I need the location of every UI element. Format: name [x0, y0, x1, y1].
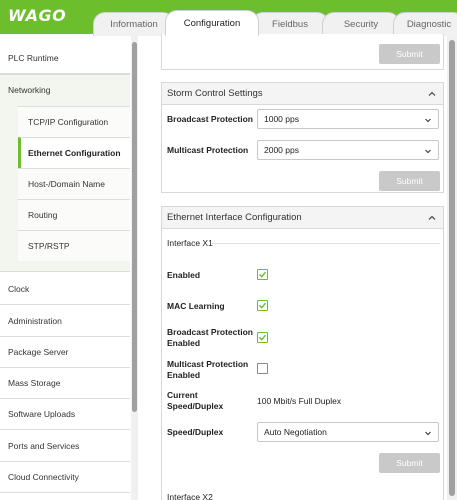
- sidebar-item-label: PLC Runtime: [8, 53, 59, 63]
- multicast-protection-enabled-label: Multicast Protection Enabled: [167, 359, 248, 381]
- sidebar-scrollbar-thumb[interactable]: [132, 42, 137, 412]
- sidebar-item-ethernet-configuration[interactable]: Ethernet Configuration: [18, 137, 130, 168]
- sidebar-item-label: Ports and Services: [8, 441, 80, 451]
- multicast-protection-label: Multicast Protection: [167, 145, 249, 155]
- sidebar-item-label: Software Uploads: [8, 409, 76, 419]
- panel-title: Ethernet Interface Configuration: [167, 212, 302, 223]
- chevron-up-icon[interactable]: [427, 89, 437, 99]
- mac-learning-label: MAC Learning: [167, 301, 225, 311]
- label-line: Multicast Protection: [167, 359, 249, 369]
- sidebar-item-label: Ethernet Configuration: [28, 148, 121, 158]
- sidebar-item-tcpip[interactable]: TCP/IP Configuration: [18, 106, 130, 137]
- sidebar-item-label: Host-/Domain Name: [28, 179, 105, 189]
- broadcast-protection-checkbox[interactable]: [257, 332, 268, 343]
- broadcast-protection-label: Broadcast Protection: [167, 114, 253, 124]
- sidebar-item-networking[interactable]: Networking: [8, 85, 51, 95]
- current-speed-duplex-value: 100 Mbit/s Full Duplex: [257, 396, 342, 406]
- sidebar-item-label: Routing: [28, 210, 58, 220]
- sidebar-item-plc-runtime[interactable]: PLC Runtime: [0, 43, 130, 74]
- tab-diagnostic[interactable]: Diagnostic: [393, 12, 457, 36]
- sidebar-item-host-domain[interactable]: Host-/Domain Name: [18, 168, 130, 199]
- chevron-down-icon: [425, 149, 431, 154]
- wago-logo: WAGO: [8, 6, 67, 25]
- tab-label: Configuration: [183, 18, 241, 29]
- multicast-protection-select[interactable]: 2000 pps: [257, 140, 439, 160]
- main-content: Submit Storm Control Settings Broadcast …: [138, 34, 457, 500]
- select-value: 2000 pps: [264, 145, 299, 155]
- tab-fieldbus[interactable]: Fieldbus: [251, 12, 329, 36]
- speed-duplex-select[interactable]: Auto Negotiation: [257, 422, 439, 442]
- chevron-down-icon: [425, 431, 431, 436]
- top-panel: Submit: [161, 34, 444, 70]
- tab-label: Diagnostic: [406, 19, 452, 30]
- interface-x1-heading: Interface X1: [167, 238, 213, 248]
- submit-button[interactable]: Submit: [379, 171, 440, 191]
- current-speed-duplex-label: Current Speed/Duplex: [167, 390, 223, 412]
- label-line: Current: [167, 390, 198, 400]
- interface-x2-heading: Interface X2: [167, 492, 213, 500]
- submit-button[interactable]: Submit: [379, 453, 440, 473]
- sidebar-item-label: STP/RSTP: [28, 241, 70, 251]
- broadcast-protection-select[interactable]: 1000 pps: [257, 109, 439, 129]
- sidebar-item-label: Package Server: [8, 347, 69, 357]
- tab-information[interactable]: Information: [93, 12, 175, 36]
- panel-header[interactable]: Storm Control Settings: [162, 83, 443, 105]
- mac-learning-checkbox[interactable]: [257, 300, 268, 311]
- sidebar-item-label: TCP/IP Configuration: [28, 117, 109, 127]
- select-value: Auto Negotiation: [264, 427, 327, 437]
- tab-security[interactable]: Security: [322, 12, 400, 36]
- checkmark-icon: [258, 302, 267, 309]
- sidebar-item-label: Cloud Connectivity: [8, 472, 79, 482]
- main-scrollbar-thumb[interactable]: [449, 40, 455, 496]
- panel-title: Storm Control Settings: [167, 88, 263, 99]
- sidebar-item-clock[interactable]: Clock: [0, 274, 130, 305]
- label-line: Speed/Duplex: [167, 401, 224, 411]
- storm-control-panel: Storm Control Settings Broadcast Protect…: [161, 82, 444, 193]
- sidebar-item-label: Clock: [8, 284, 30, 294]
- label-line: Enabled: [167, 370, 201, 380]
- chevron-down-icon: [425, 118, 431, 123]
- section-divider: [212, 243, 440, 244]
- sidebar-item-package-server[interactable]: Package Server: [0, 337, 130, 368]
- sidebar-group-networking: Networking TCP/IP Configuration Ethernet…: [0, 74, 130, 272]
- tab-label: Security: [343, 19, 379, 30]
- tab-label: Information: [110, 19, 158, 30]
- broadcast-protection-enabled-label: Broadcast Protection Enabled: [167, 327, 253, 349]
- sidebar-item-stp-rstp[interactable]: STP/RSTP: [18, 230, 130, 261]
- sidebar-item-administration[interactable]: Administration: [0, 306, 130, 337]
- tab-label: Fieldbus: [272, 19, 308, 30]
- sidebar-item-label: Administration: [8, 316, 62, 326]
- sidebar-item-routing[interactable]: Routing: [18, 199, 130, 230]
- chevron-up-icon[interactable]: [427, 213, 437, 223]
- label-line: Broadcast Protection: [167, 327, 253, 337]
- sidebar-item-ports-services[interactable]: Ports and Services: [0, 431, 130, 462]
- select-value: 1000 pps: [264, 114, 299, 124]
- sidebar-item-software-uploads[interactable]: Software Uploads: [0, 399, 130, 430]
- enabled-checkbox[interactable]: [257, 269, 268, 280]
- speed-duplex-label: Speed/Duplex: [167, 427, 224, 437]
- sidebar-item-mass-storage[interactable]: Mass Storage: [0, 368, 130, 399]
- tab-configuration[interactable]: Configuration: [165, 10, 259, 36]
- panel-header[interactable]: Ethernet Interface Configuration: [162, 207, 443, 229]
- ethernet-interface-panel: Ethernet Interface Configuration Interfa…: [161, 206, 444, 500]
- sidebar-item-cloud-connectivity[interactable]: Cloud Connectivity: [0, 462, 130, 493]
- multicast-protection-checkbox[interactable]: [257, 363, 268, 374]
- checkmark-icon: [258, 271, 267, 278]
- sidebar: PLC Runtime Networking TCP/IP Configurat…: [0, 36, 138, 500]
- checkmark-icon: [258, 334, 267, 341]
- sidebar-item-label: Mass Storage: [8, 378, 61, 388]
- enabled-label: Enabled: [167, 270, 201, 280]
- submit-button[interactable]: Submit: [379, 44, 440, 64]
- label-line: Enabled: [167, 338, 201, 348]
